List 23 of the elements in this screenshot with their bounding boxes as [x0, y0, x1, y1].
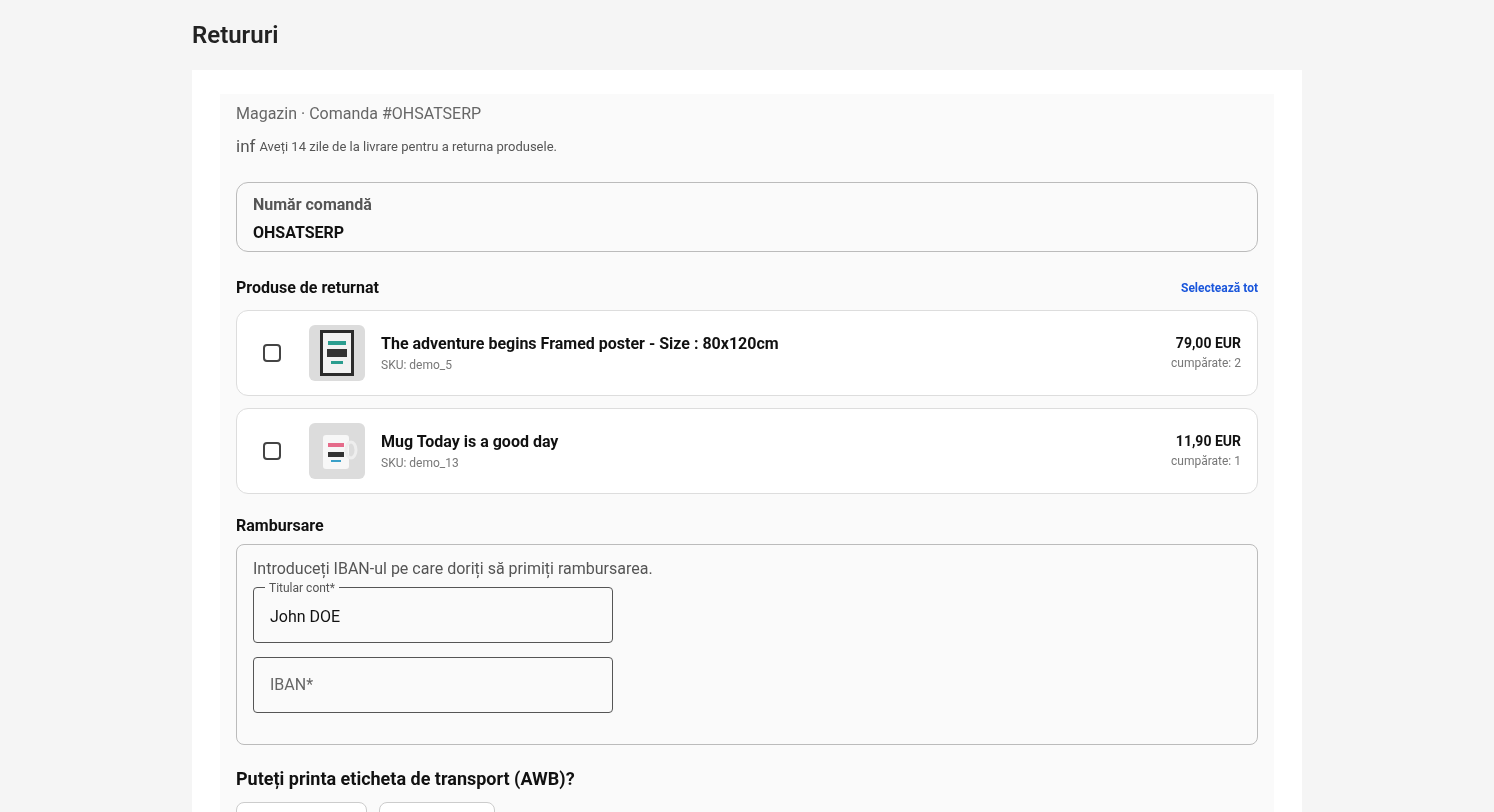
product-name: The adventure begins Framed poster - Size : 80x120cm: [381, 332, 780, 355]
order-subtitle: Magazin · Comanda #OHSATSERP: [236, 103, 483, 125]
section-title: Rambursare: [236, 514, 325, 537]
order-number-field[interactable]: Număr comandă OHSATSERP: [236, 181, 1258, 252]
field-placeholder: IBAN*: [270, 673, 314, 696]
refund-hint: Introduceți IBAN-ul pe care doriți să primiți rambursarea.: [253, 557, 654, 580]
product-price: 11,90 EUR: [1174, 432, 1241, 451]
info-icon: inf: [236, 134, 256, 160]
product-price: 79,00 EUR: [1174, 334, 1241, 353]
text-field[interactable]: Titular cont* John DOE: [253, 580, 613, 643]
info-text: Aveți 14 zile de la livrare pentru a returna produsele.: [259, 138, 557, 156]
product-name: Mug Today is a good day: [381, 430, 560, 453]
product-sku: SKU: demo_13: [381, 454, 460, 472]
section-title: Produse de returnat: [236, 276, 379, 299]
purchased-count: cumpărate: 1: [1171, 453, 1241, 470]
field-value: John DOE: [270, 605, 342, 628]
page-title: Retururi: [192, 20, 280, 51]
text-field[interactable]: IBAN*: [253, 656, 613, 713]
purchased-count: cumpărate: 2: [1171, 355, 1241, 372]
field-label: Titular cont*: [268, 580, 336, 595]
section-title: Puteți printa eticheta de transport (AWB)?: [236, 766, 576, 791]
select-all-link[interactable]: Selectează tot: [1181, 278, 1258, 297]
product-sku: SKU: demo_5: [381, 356, 453, 374]
